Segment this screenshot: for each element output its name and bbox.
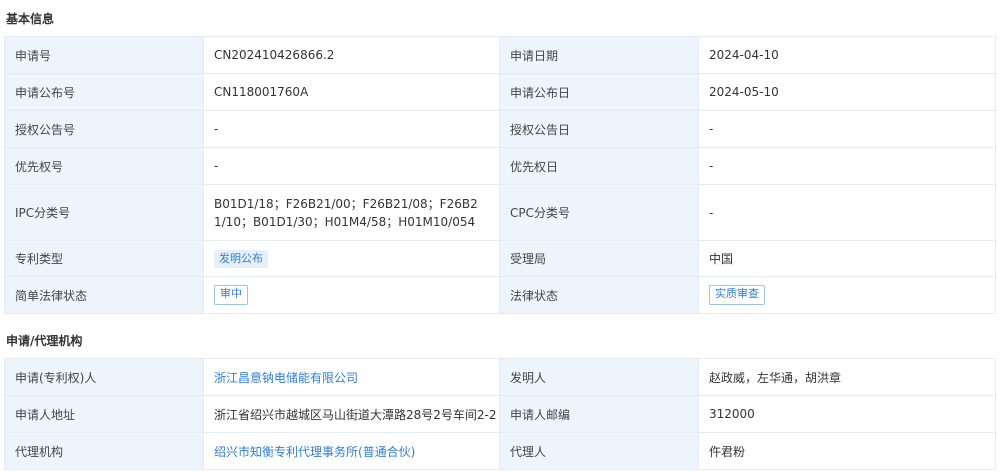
priority-date-value: - xyxy=(698,147,996,185)
publication-date-value: 2024-05-10 xyxy=(698,73,996,111)
agency-link[interactable]: 绍兴市知衡专利代理事务所(普通合伙) xyxy=(214,445,415,459)
agency-info-table: 申请(专利权)人 浙江昌意钠电储能有限公司 发明人 赵政威，左华通，胡洪章 申请… xyxy=(4,358,996,470)
publication-number-value: CN118001760A xyxy=(203,73,500,111)
patent-detail-page: 基本信息 申请号 CN202410426866.2 申请日期 2024-04-1… xyxy=(0,0,1000,472)
ipc-class-value: B01D1/18；F26B21/00；F26B21/08；F26B21/10；B… xyxy=(203,184,500,241)
table-row: 专利类型 发明公布 受理局 中国 xyxy=(4,240,996,277)
receiving-office-label: 受理局 xyxy=(499,240,699,277)
grant-date-value: - xyxy=(698,110,996,148)
applicant-zipcode-label: 申请人邮编 xyxy=(499,395,699,433)
basic-info-table: 申请号 CN202410426866.2 申请日期 2024-04-10 申请公… xyxy=(4,36,996,314)
patent-type-label: 专利类型 xyxy=(4,240,204,277)
priority-number-value: - xyxy=(203,147,500,185)
application-date-value: 2024-04-10 xyxy=(698,36,996,74)
legal-status-cell: 实质审查 xyxy=(698,276,996,314)
ipc-class-label: IPC分类号 xyxy=(4,184,204,241)
applicant-cell: 浙江昌意钠电储能有限公司 xyxy=(203,358,500,396)
simple-legal-status-label: 简单法律状态 xyxy=(4,276,204,314)
agent-label: 代理人 xyxy=(499,432,699,470)
inventor-value: 赵政威，左华通，胡洪章 xyxy=(698,358,996,396)
cpc-class-value: - xyxy=(698,184,996,241)
table-row: 申请公布号 CN118001760A 申请公布日 2024-05-10 xyxy=(4,73,996,111)
grant-number-label: 授权公告号 xyxy=(4,110,204,148)
cpc-class-label: CPC分类号 xyxy=(499,184,699,241)
table-row: 申请号 CN202410426866.2 申请日期 2024-04-10 xyxy=(4,36,996,74)
application-date-label: 申请日期 xyxy=(499,36,699,74)
agency-cell: 绍兴市知衡专利代理事务所(普通合伙) xyxy=(203,432,500,470)
legal-status-tag: 实质审查 xyxy=(709,285,765,305)
applicant-link[interactable]: 浙江昌意钠电储能有限公司 xyxy=(214,371,358,385)
simple-legal-status-cell: 审中 xyxy=(203,276,500,314)
table-row: 代理机构 绍兴市知衡专利代理事务所(普通合伙) 代理人 仵君粉 xyxy=(4,432,996,470)
priority-date-label: 优先权日 xyxy=(499,147,699,185)
applicant-zipcode-value: 312000 xyxy=(698,395,996,433)
publication-date-label: 申请公布日 xyxy=(499,73,699,111)
applicant-address-label: 申请人地址 xyxy=(4,395,204,433)
applicant-address-value: 浙江省绍兴市越城区马山街道大潭路28号2号车间2-2 xyxy=(203,395,500,433)
patent-type-tag: 发明公布 xyxy=(214,249,268,268)
applicant-label: 申请(专利权)人 xyxy=(4,358,204,396)
publication-number-label: 申请公布号 xyxy=(4,73,204,111)
patent-type-cell: 发明公布 xyxy=(203,240,500,277)
table-row: 简单法律状态 审中 法律状态 实质审查 xyxy=(4,276,996,314)
basic-info-title: 基本信息 xyxy=(6,12,55,26)
table-row: 授权公告号 - 授权公告日 - xyxy=(4,110,996,148)
agent-value: 仵君粉 xyxy=(698,432,996,470)
application-number-label: 申请号 xyxy=(4,36,204,74)
application-number-value: CN202410426866.2 xyxy=(203,36,500,74)
table-row: 优先权号 - 优先权日 - xyxy=(4,147,996,185)
agency-info-title: 申请/代理机构 xyxy=(6,334,83,348)
table-row: 申请人地址 浙江省绍兴市越城区马山街道大潭路28号2号车间2-2 申请人邮编 3… xyxy=(4,395,996,433)
grant-number-value: - xyxy=(203,110,500,148)
priority-number-label: 优先权号 xyxy=(4,147,204,185)
table-row: IPC分类号 B01D1/18；F26B21/00；F26B21/08；F26B… xyxy=(4,184,996,241)
grant-date-label: 授权公告日 xyxy=(499,110,699,148)
legal-status-label: 法律状态 xyxy=(499,276,699,314)
simple-legal-status-tag: 审中 xyxy=(214,285,248,305)
agency-label: 代理机构 xyxy=(4,432,204,470)
table-row: 申请(专利权)人 浙江昌意钠电储能有限公司 发明人 赵政威，左华通，胡洪章 xyxy=(4,358,996,396)
inventor-label: 发明人 xyxy=(499,358,699,396)
receiving-office-value: 中国 xyxy=(698,240,996,277)
